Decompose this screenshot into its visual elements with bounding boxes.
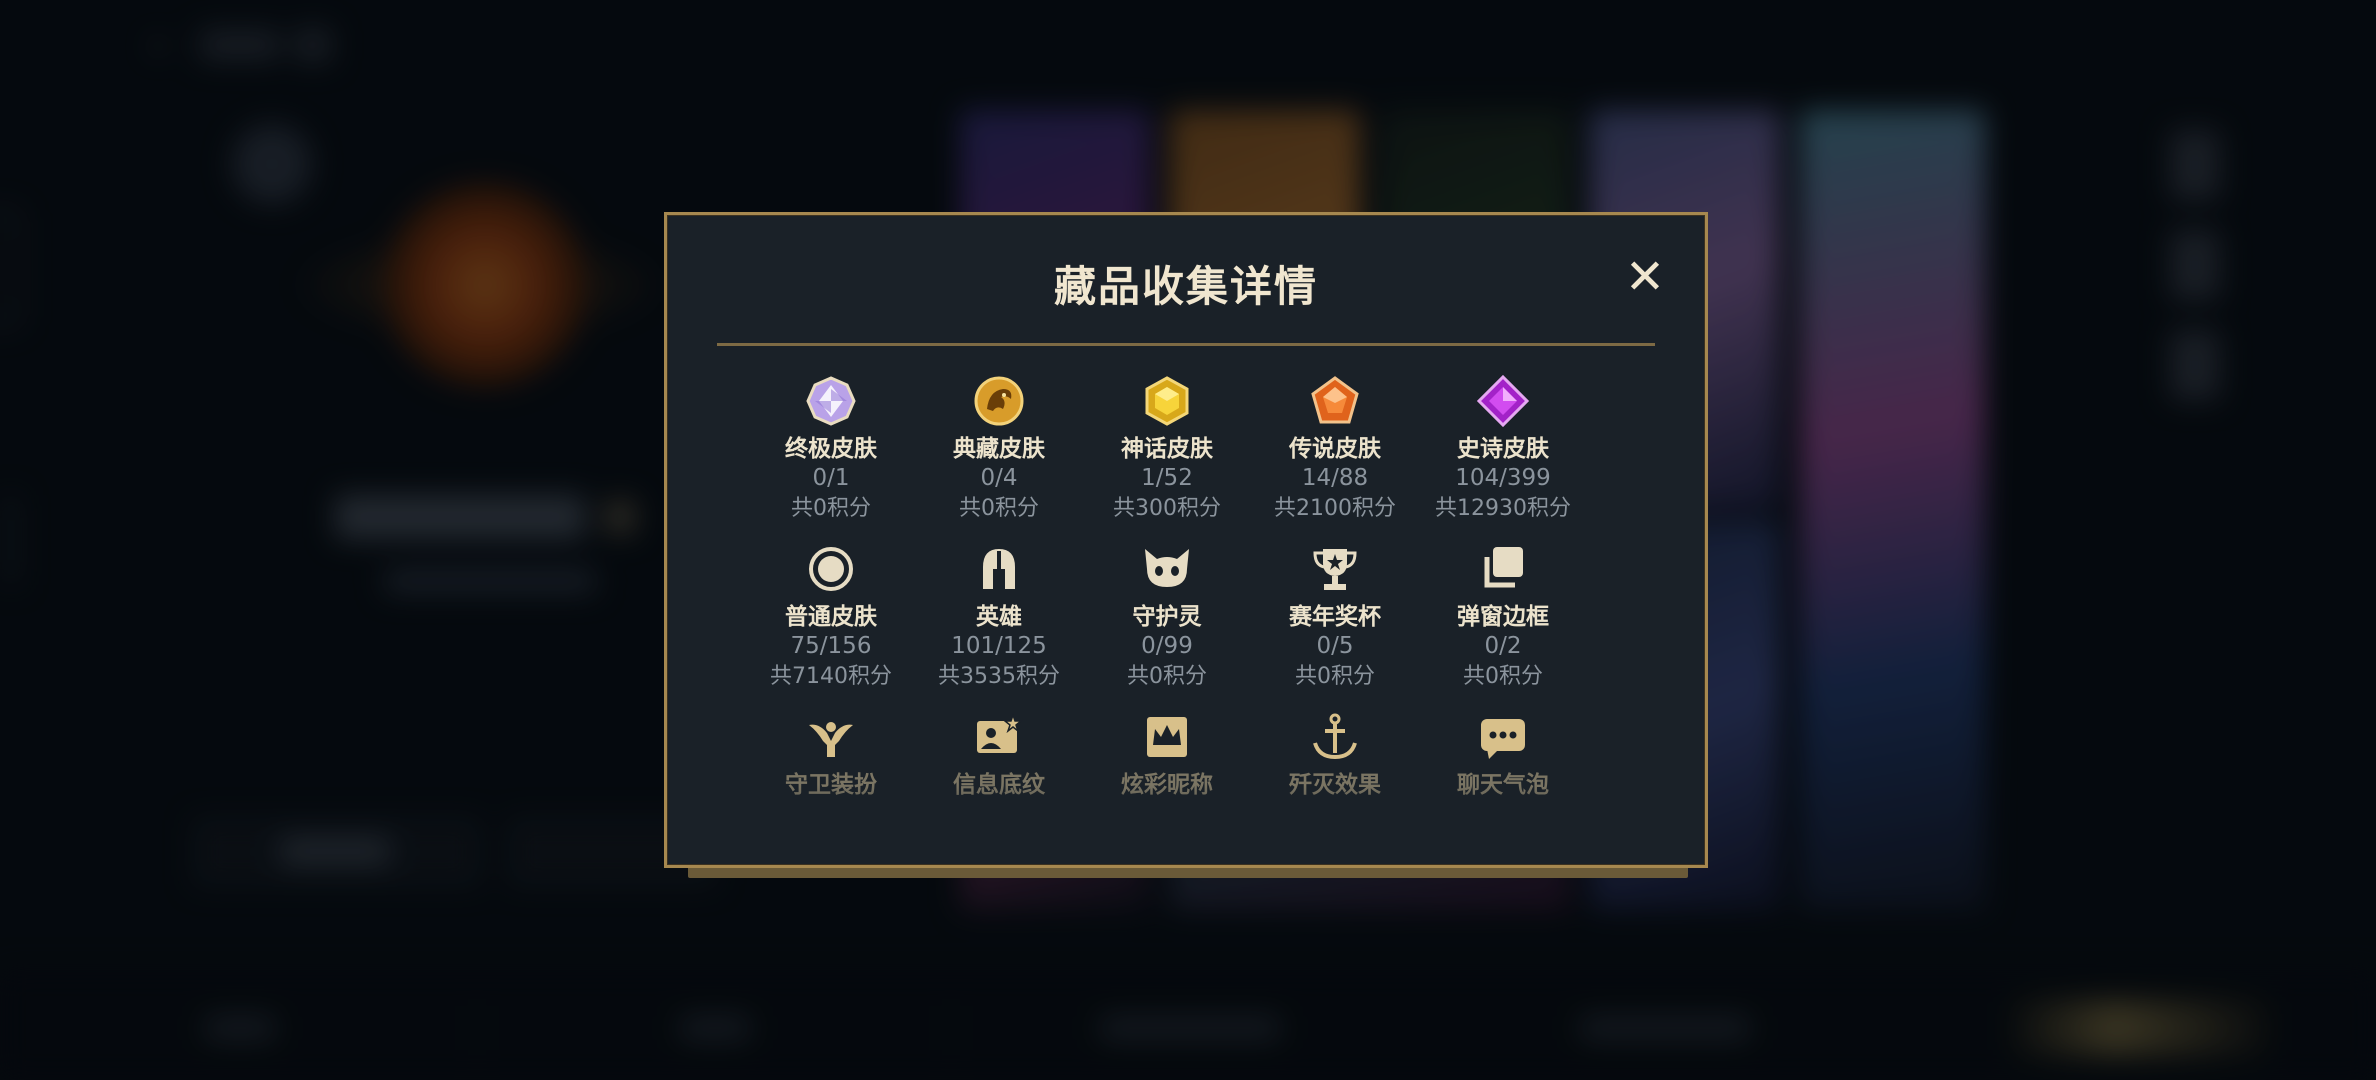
item-count: 1/52 — [1141, 465, 1193, 491]
card-star-icon — [973, 711, 1025, 763]
collection-item[interactable]: 英雄 101/125 共3535积分 — [915, 543, 1083, 693]
modal-title: 藏品收集详情 — [1053, 262, 1318, 311]
item-points: 共2100积分 — [1274, 496, 1396, 521]
chat-bubble-icon — [1477, 711, 1529, 763]
collection-item[interactable]: 守护灵 0/99 共0积分 — [1083, 543, 1251, 693]
anchor-icon — [1309, 711, 1361, 763]
title-divider — [717, 343, 1655, 346]
item-points: 共0积分 — [1295, 664, 1375, 689]
item-name: 英雄 — [976, 604, 1022, 630]
item-name: 普通皮肤 — [785, 604, 877, 630]
item-count: 75/156 — [790, 633, 872, 659]
item-points: 共12930积分 — [1435, 496, 1571, 521]
collection-item[interactable]: 普通皮肤 75/156 共7140积分 — [747, 543, 915, 693]
collection-item[interactable]: 典藏皮肤 0/4 共0积分 — [915, 375, 1083, 525]
item-points: 共0积分 — [959, 496, 1039, 521]
helmet-icon — [973, 543, 1025, 595]
frames-icon — [1477, 543, 1529, 595]
item-name: 弹窗边框 — [1457, 604, 1549, 630]
item-name: 史诗皮肤 — [1457, 436, 1549, 462]
item-name: 赛年奖杯 — [1289, 604, 1381, 630]
collection-item[interactable]: 神话皮肤 1/52 共300积分 — [1083, 375, 1251, 525]
item-count: 0/1 — [812, 465, 850, 491]
item-name: 终极皮肤 — [785, 436, 877, 462]
item-count: 0/5 — [1316, 633, 1354, 659]
item-points: 共7140积分 — [770, 664, 892, 689]
item-name: 传说皮肤 — [1289, 436, 1381, 462]
epic-gem-icon — [1477, 375, 1529, 427]
ring-icon — [805, 543, 857, 595]
collection-grid-scroll[interactable]: 终极皮肤 0/1 共0积分 典藏皮肤 0/4 共0积分 神话皮肤 1/52 共3… — [747, 375, 1587, 855]
ward-icon — [805, 711, 857, 763]
item-name: 典藏皮肤 — [953, 436, 1045, 462]
collection-grid: 终极皮肤 0/1 共0积分 典藏皮肤 0/4 共0积分 神话皮肤 1/52 共3… — [747, 375, 1587, 799]
collection-item[interactable]: 史诗皮肤 104/399 共12930积分 — [1419, 375, 1587, 525]
item-name: 守护灵 — [1132, 604, 1202, 630]
item-count: 14/88 — [1301, 465, 1369, 491]
item-points: 共0积分 — [1127, 664, 1207, 689]
collection-item[interactable]: 赛年奖杯 0/5 共0积分 — [1251, 543, 1419, 693]
item-name: 神话皮肤 — [1121, 436, 1213, 462]
crown-card-icon — [1141, 711, 1193, 763]
item-count: 104/399 — [1455, 465, 1551, 491]
mythic-gem-icon — [1141, 375, 1193, 427]
collection-item[interactable]: 弹窗边框 0/2 共0积分 — [1419, 543, 1587, 693]
item-count: 0/99 — [1141, 633, 1193, 659]
item-points: 共0积分 — [1463, 664, 1543, 689]
ultimate-gem-icon — [805, 375, 857, 427]
collection-item[interactable]: 终极皮肤 0/1 共0积分 — [747, 375, 915, 525]
close-button[interactable]: ✕ — [1623, 253, 1667, 301]
trophy-icon — [1309, 543, 1361, 595]
legendary-gem-icon — [1309, 375, 1361, 427]
cat-face-icon — [1141, 543, 1193, 595]
item-points: 共0积分 — [791, 496, 871, 521]
item-points: 共3535积分 — [938, 664, 1060, 689]
item-points: 共300积分 — [1113, 496, 1221, 521]
scroll-fade — [707, 785, 1665, 855]
collection-details-modal: 藏品收集详情 ✕ 终极皮肤 0/1 共0积分 典藏皮肤 0/4 共0积分 神话皮… — [664, 212, 1708, 868]
item-count: 0/4 — [980, 465, 1018, 491]
item-count: 0/2 — [1484, 633, 1522, 659]
collection-item[interactable]: 传说皮肤 14/88 共2100积分 — [1251, 375, 1419, 525]
dragon-medal-icon — [973, 375, 1025, 427]
item-count: 101/125 — [951, 633, 1047, 659]
